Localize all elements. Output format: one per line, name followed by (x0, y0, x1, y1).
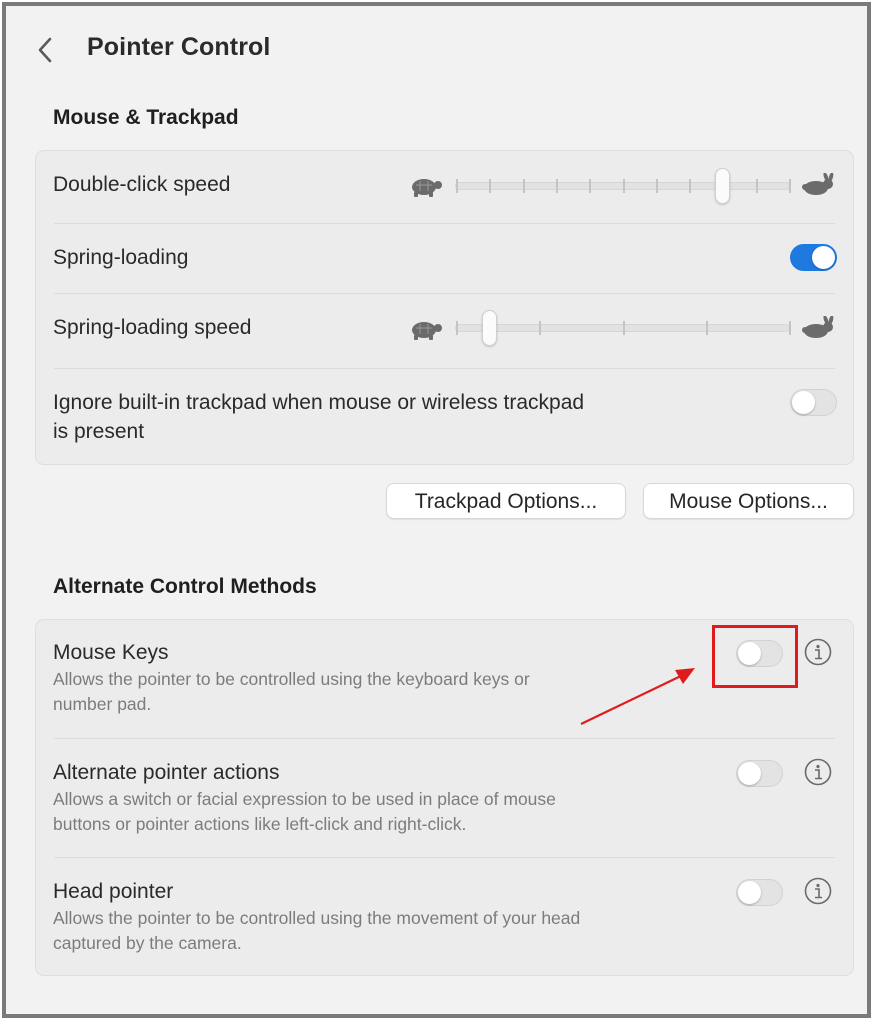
rabbit-icon (802, 316, 834, 338)
slider-tick (755, 179, 758, 193)
info-icon[interactable] (804, 758, 832, 786)
divider (54, 738, 835, 739)
toggle-knob (812, 246, 835, 269)
spring-loading-label: Spring-loading (53, 246, 189, 269)
rabbit-icon (802, 173, 834, 195)
spring-loading-toggle[interactable] (790, 244, 837, 271)
slider-tick (456, 321, 458, 335)
slider-tick (589, 179, 592, 193)
head-pointer-label: Head pointer (53, 880, 174, 903)
slider-tick (489, 179, 492, 193)
slider-tick (622, 179, 625, 193)
slider-tick (456, 179, 458, 193)
slider-knob[interactable] (482, 310, 498, 346)
head-pointer-row: Head pointer Allows the pointer to be co… (53, 877, 733, 956)
ignore-trackpad-label-line1: Ignore built-in trackpad when mouse or w… (53, 391, 585, 414)
mouse-trackpad-card: Double-click speed Spring-loading Spring… (35, 150, 854, 465)
alternate-pointer-actions-label: Alternate pointer actions (53, 761, 280, 784)
toggle-knob (738, 881, 761, 904)
slider-tick (655, 179, 658, 193)
slider-tick (789, 179, 791, 193)
double-click-speed-slider[interactable] (455, 168, 791, 204)
spring-loading-speed-slider[interactable] (455, 310, 791, 346)
spring-loading-speed-label: Spring-loading speed (53, 316, 252, 339)
alternate-pointer-actions-row: Alternate pointer actions Allows a switc… (53, 758, 733, 837)
slider-tick (622, 321, 625, 335)
info-icon[interactable] (804, 638, 832, 666)
toggle-knob (738, 762, 761, 785)
section-title-alternate-control: Alternate Control Methods (53, 575, 317, 598)
divider (54, 293, 835, 294)
divider (54, 857, 835, 858)
toggle-knob (792, 391, 815, 414)
double-click-speed-label: Double-click speed (53, 173, 231, 196)
turtle-icon (412, 322, 442, 340)
slider-knob[interactable] (715, 168, 731, 204)
slider-tick (539, 321, 542, 335)
ignore-trackpad-toggle[interactable] (790, 389, 837, 416)
slider-tick (555, 179, 558, 193)
annotation-arrow-icon (580, 668, 695, 725)
page-title: Pointer Control (87, 33, 271, 61)
divider (54, 223, 835, 224)
alternate-pointer-actions-desc-line1: Allows a switch or facial expression to … (53, 789, 556, 809)
ignore-trackpad-label: Ignore built-in trackpad when mouse or w… (53, 388, 584, 446)
trackpad-options-button[interactable]: Trackpad Options... (386, 483, 626, 519)
head-pointer-desc-line2: captured by the camera. (53, 933, 242, 953)
divider (54, 368, 835, 369)
section-title-mouse-trackpad: Mouse & Trackpad (53, 106, 239, 129)
chevron-left-icon[interactable] (34, 36, 58, 64)
alternate-pointer-actions-desc-line2: buttons or pointer actions like left-cli… (53, 814, 467, 834)
head-pointer-toggle[interactable] (736, 879, 783, 906)
slider-tick (705, 321, 708, 335)
ignore-trackpad-label-line2: is present (53, 420, 145, 443)
head-pointer-desc-line1: Allows the pointer to be controlled usin… (53, 908, 581, 928)
turtle-icon (412, 179, 442, 197)
slider-tick (689, 179, 692, 193)
info-icon[interactable] (804, 877, 832, 905)
annotation-highlight-box (712, 625, 798, 688)
alternate-pointer-actions-toggle[interactable] (736, 760, 783, 787)
slider-tick (522, 179, 525, 193)
slider-tick (789, 321, 791, 335)
mouse-options-button[interactable]: Mouse Options... (643, 483, 854, 519)
